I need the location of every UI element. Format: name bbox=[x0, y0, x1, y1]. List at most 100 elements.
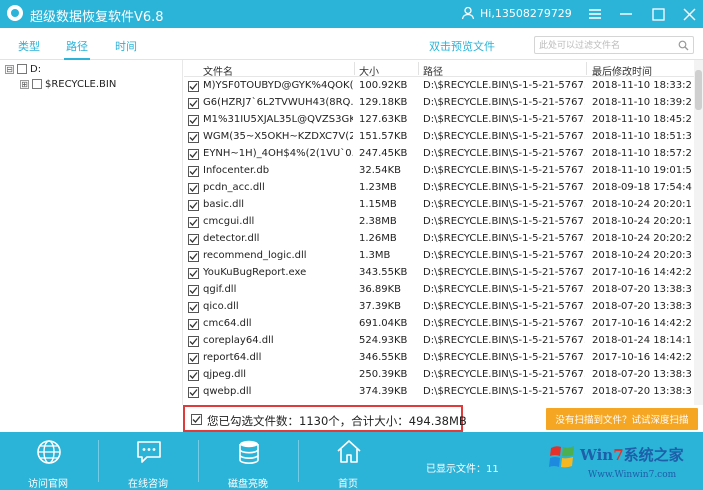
table-row[interactable]: qico.dll 37.39KB D:\$RECYCLE.BIN\S-1-5-21-… bbox=[184, 299, 694, 316]
nav-online-chat[interactable]: 在线咨询 bbox=[113, 432, 183, 490]
user-icon[interactable] bbox=[461, 6, 475, 20]
table-row[interactable]: qjpeg.dll 250.39KB D:\$RECYCLE.BIN\S-1-5-2… bbox=[184, 367, 694, 384]
vertical-scrollbar[interactable] bbox=[694, 60, 703, 405]
tree-checkbox[interactable] bbox=[32, 79, 42, 89]
row-checkbox[interactable] bbox=[188, 217, 199, 228]
search-box[interactable] bbox=[534, 36, 694, 54]
scroll-thumb[interactable] bbox=[695, 70, 702, 110]
table-row[interactable]: qgif.dll 36.89KB D:\$RECYCLE.BIN\S-1-5-21-… bbox=[184, 282, 694, 299]
checkmark-icon bbox=[192, 416, 201, 423]
column-header-size[interactable]: 大小 bbox=[359, 63, 379, 78]
checkmark-icon bbox=[189, 287, 198, 294]
menu-button[interactable] bbox=[585, 4, 605, 24]
cell-filename: qgif.dll bbox=[203, 284, 237, 295]
table-row[interactable]: M)YSF0TOUBYD@GYK%4QOK(... 100.92KB D:\$REC… bbox=[184, 78, 694, 95]
folder-tree: ⊟ D: ⊞ $RECYCLE.BIN bbox=[0, 60, 183, 405]
table-row[interactable]: WGM(35~X5OKH~KZDXC7V(2... 151.57KB D:\$REC… bbox=[184, 129, 694, 146]
row-checkbox[interactable] bbox=[188, 370, 199, 381]
row-checkbox[interactable] bbox=[188, 336, 199, 347]
deep-scan-button[interactable]: 没有扫描到文件？试试深度扫描 bbox=[546, 408, 698, 430]
minimize-button[interactable] bbox=[616, 4, 636, 24]
watermark-seven: 7 bbox=[613, 446, 624, 464]
cell-size: 524.93KB bbox=[359, 335, 408, 346]
table-row[interactable]: report64.dll 346.55KB D:\$RECYCLE.BIN\S-1-… bbox=[184, 350, 694, 367]
table-row[interactable]: qwebp.dll 374.39KB D:\$RECYCLE.BIN\S-1-5-2… bbox=[184, 384, 694, 401]
nav-divider bbox=[198, 440, 199, 482]
table-row[interactable]: YouKuBugReport.exe 343.55KB D:\$RECYCLE.BI… bbox=[184, 265, 694, 282]
column-divider[interactable] bbox=[418, 62, 419, 75]
nav-visit-website[interactable]: 访问官网 bbox=[13, 432, 83, 490]
cell-path: D:\$RECYCLE.BIN\S-1-5-21-5767... bbox=[423, 267, 585, 278]
table-row[interactable]: cmc64.dll 691.04KB D:\$RECYCLE.BIN\S-1-5-2… bbox=[184, 316, 694, 333]
search-icon[interactable] bbox=[678, 40, 689, 51]
column-header-modified[interactable]: 最后修改时间 bbox=[592, 63, 652, 78]
cell-filename: report64.dll bbox=[203, 352, 262, 363]
row-checkbox[interactable] bbox=[188, 268, 199, 279]
row-checkbox[interactable] bbox=[188, 183, 199, 194]
table-row[interactable]: M1%31IU5XJAL35L@QVZS3GK... 127.63KB D:\$RE… bbox=[184, 112, 694, 129]
table-row[interactable]: pcdn_acc.dll 1.23MB D:\$RECYCLE.BIN\S-1-5-… bbox=[184, 180, 694, 197]
cell-path: D:\$RECYCLE.BIN\S-1-5-21-5767... bbox=[423, 250, 585, 261]
tree-checkbox[interactable] bbox=[17, 64, 27, 74]
close-icon bbox=[683, 8, 695, 20]
user-account[interactable]: Hi,13508279729 bbox=[480, 7, 572, 20]
row-checkbox[interactable] bbox=[188, 302, 199, 313]
cell-filename: coreplay64.dll bbox=[203, 335, 274, 346]
table-row[interactable]: Infocenter.db 32.54KB D:\$RECYCLE.BIN\S-1-… bbox=[184, 163, 694, 180]
search-input[interactable] bbox=[539, 39, 669, 52]
cell-path: D:\$RECYCLE.BIN\S-1-5-21-5767... bbox=[423, 284, 585, 295]
row-checkbox[interactable] bbox=[188, 98, 199, 109]
cell-modified: 2018-01-24 18:14:12 bbox=[592, 335, 692, 346]
table-row[interactable]: cmcgui.dll 2.38MB D:\$RECYCLE.BIN\S-1-5-21… bbox=[184, 214, 694, 231]
tree-item-label: D: bbox=[30, 63, 42, 75]
cell-path: D:\$RECYCLE.BIN\S-1-5-21-5767... bbox=[423, 318, 585, 329]
tree-item-drive[interactable]: ⊟ D: bbox=[5, 62, 41, 76]
row-checkbox[interactable] bbox=[188, 353, 199, 364]
cell-modified: 2018-07-20 13:38:30 bbox=[592, 284, 692, 295]
checkmark-icon bbox=[189, 304, 198, 311]
cell-size: 100.92KB bbox=[359, 80, 408, 91]
row-checkbox[interactable] bbox=[188, 149, 199, 160]
close-button[interactable] bbox=[679, 4, 699, 24]
cell-path: D:\$RECYCLE.BIN\S-1-5-21-5767... bbox=[423, 165, 585, 176]
table-row[interactable]: G6(HZRJ7`6L2TVWUH43(8RQ.j... 129.18KB D:\$… bbox=[184, 95, 694, 112]
maximize-button[interactable] bbox=[648, 4, 668, 24]
table-row[interactable]: basic.dll 1.15MB D:\$RECYCLE.BIN\S-1-5-21-… bbox=[184, 197, 694, 214]
table-row[interactable]: recommend_logic.dll 1.3MB D:\$RECYCLE.BIN\… bbox=[184, 248, 694, 265]
row-checkbox[interactable] bbox=[188, 319, 199, 330]
checkmark-icon bbox=[189, 389, 198, 396]
app-logo-icon bbox=[7, 5, 23, 21]
tab-time[interactable]: 时间 bbox=[115, 38, 137, 54]
cell-modified: 2018-11-10 18:33:22 bbox=[592, 80, 692, 91]
expand-icon[interactable]: ⊞ bbox=[20, 79, 29, 89]
row-checkbox[interactable] bbox=[188, 285, 199, 296]
cell-size: 127.63KB bbox=[359, 114, 408, 125]
cell-size: 1.23MB bbox=[359, 182, 397, 193]
table-row[interactable]: EYNH~1H)_4OH$4%(2(1VU`0.j... 247.45KB D:\$… bbox=[184, 146, 694, 163]
cell-modified: 2018-10-24 20:20:30 bbox=[592, 250, 692, 261]
table-row[interactable]: detector.dll 1.26MB D:\$RECYCLE.BIN\S-1-5-… bbox=[184, 231, 694, 248]
column-header-path[interactable]: 路径 bbox=[423, 63, 443, 78]
row-checkbox[interactable] bbox=[188, 387, 199, 398]
tab-type[interactable]: 类型 bbox=[18, 38, 40, 54]
row-checkbox[interactable] bbox=[188, 166, 199, 177]
row-checkbox[interactable] bbox=[188, 132, 199, 143]
column-divider[interactable] bbox=[586, 62, 587, 75]
cell-filename: recommend_logic.dll bbox=[203, 250, 307, 261]
nav-disk-tools[interactable]: 磁盘亮晚 bbox=[213, 432, 283, 490]
column-header-name[interactable]: 文件名 bbox=[203, 63, 233, 78]
tree-item-recycle-bin[interactable]: ⊞ $RECYCLE.BIN bbox=[20, 77, 116, 91]
cell-path: D:\$RECYCLE.BIN\S-1-5-21-5767... bbox=[423, 114, 585, 125]
tab-path[interactable]: 路径 bbox=[64, 38, 90, 60]
column-divider[interactable] bbox=[354, 62, 355, 75]
home-icon bbox=[337, 440, 361, 463]
table-row[interactable]: coreplay64.dll 524.93KB D:\$RECYCLE.BIN\S-… bbox=[184, 333, 694, 350]
nav-home[interactable]: 首页 bbox=[313, 432, 383, 490]
row-checkbox[interactable] bbox=[188, 115, 199, 126]
collapse-icon[interactable]: ⊟ bbox=[5, 64, 14, 74]
row-checkbox[interactable] bbox=[188, 81, 199, 92]
row-checkbox[interactable] bbox=[188, 234, 199, 245]
select-all-checkbox[interactable] bbox=[191, 414, 202, 425]
row-checkbox[interactable] bbox=[188, 251, 199, 262]
row-checkbox[interactable] bbox=[188, 200, 199, 211]
